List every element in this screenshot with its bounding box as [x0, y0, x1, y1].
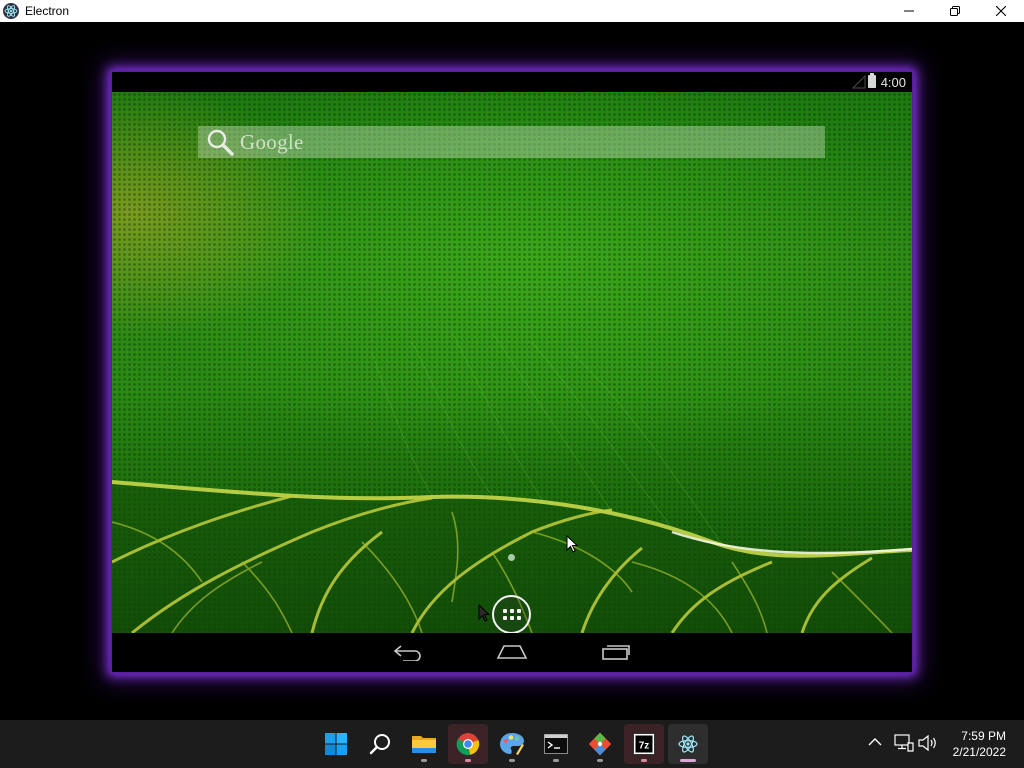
- battery-icon: [868, 73, 876, 88]
- taskbar-search-button[interactable]: [360, 724, 400, 764]
- back-icon: [393, 645, 421, 661]
- mouse-pointer-icon: [566, 535, 578, 553]
- all-apps-icon: [502, 609, 521, 620]
- running-indicator: [421, 759, 427, 762]
- windows-start-icon: [325, 733, 347, 755]
- running-indicator: [641, 759, 647, 762]
- running-indicator: [509, 759, 515, 762]
- mouse-pointer-icon: [478, 604, 490, 622]
- electron-icon: [678, 735, 698, 753]
- close-icon: [996, 6, 1006, 16]
- taskbar-git[interactable]: [580, 724, 620, 764]
- taskbar-start-button[interactable]: [316, 724, 356, 764]
- recents-icon: [602, 645, 630, 660]
- taskbar-time: 7:59 PM: [961, 729, 1006, 743]
- chrome-icon: [456, 733, 480, 756]
- home-wallpaper[interactable]: Google: [112, 92, 912, 633]
- android-navigation-bar: [112, 633, 912, 672]
- git-icon: [588, 732, 612, 756]
- taskbar-chrome[interactable]: [448, 724, 488, 764]
- running-indicator: [465, 759, 471, 762]
- home-icon: [496, 645, 528, 659]
- windows-taskbar: 7z 7:59 PM 2/21/2022: [0, 720, 1024, 768]
- minimize-icon: [904, 10, 914, 12]
- leaf-veins-graphic: [112, 331, 912, 633]
- page-indicator-dot: [508, 554, 515, 561]
- taskbar-paint[interactable]: [492, 724, 532, 764]
- taskbar-date: 2/21/2022: [952, 745, 1006, 759]
- window-titlebar[interactable]: Electron: [0, 0, 1024, 22]
- running-indicator: [553, 759, 559, 762]
- android-emulator-screen[interactable]: 4:00 Google: [112, 72, 912, 672]
- minimize-button[interactable]: [886, 0, 932, 22]
- electron-app-icon: [3, 3, 19, 19]
- back-button[interactable]: [388, 641, 428, 663]
- android-status-bar[interactable]: 4:00: [112, 72, 912, 92]
- restore-button[interactable]: [932, 0, 978, 22]
- google-search-label: Google: [240, 129, 304, 154]
- search-icon: [369, 734, 390, 755]
- folder-icon: [412, 736, 436, 753]
- terminal-icon: [544, 734, 568, 754]
- close-button[interactable]: [978, 0, 1024, 22]
- restore-icon: [950, 6, 960, 16]
- active-window-indicator: [680, 759, 696, 762]
- google-search-widget[interactable]: Google: [198, 126, 825, 158]
- recents-button[interactable]: [596, 641, 636, 663]
- 7zip-icon: 7z: [633, 733, 655, 755]
- taskbar-electron[interactable]: [668, 724, 708, 764]
- search-icon: [207, 129, 234, 156]
- window-controls: [886, 0, 1024, 22]
- all-apps-button[interactable]: [492, 595, 531, 633]
- taskbar-7zip[interactable]: 7z: [624, 724, 664, 764]
- running-indicator: [597, 759, 603, 762]
- paint-palette-icon: [500, 733, 524, 755]
- taskbar-clock[interactable]: 7:59 PM 2/21/2022: [953, 728, 1006, 760]
- taskbar-terminal[interactable]: [536, 724, 576, 764]
- network-icon[interactable]: [894, 734, 914, 752]
- home-button[interactable]: [492, 641, 532, 663]
- 7zip-label: 7z: [639, 741, 650, 752]
- volume-icon[interactable]: [918, 734, 938, 752]
- signal-icon: [852, 75, 866, 89]
- chevron-up-icon[interactable]: [868, 737, 882, 747]
- taskbar-file-explorer[interactable]: [404, 724, 444, 764]
- android-clock: 4:00: [880, 75, 906, 90]
- window-title: Electron: [25, 4, 70, 18]
